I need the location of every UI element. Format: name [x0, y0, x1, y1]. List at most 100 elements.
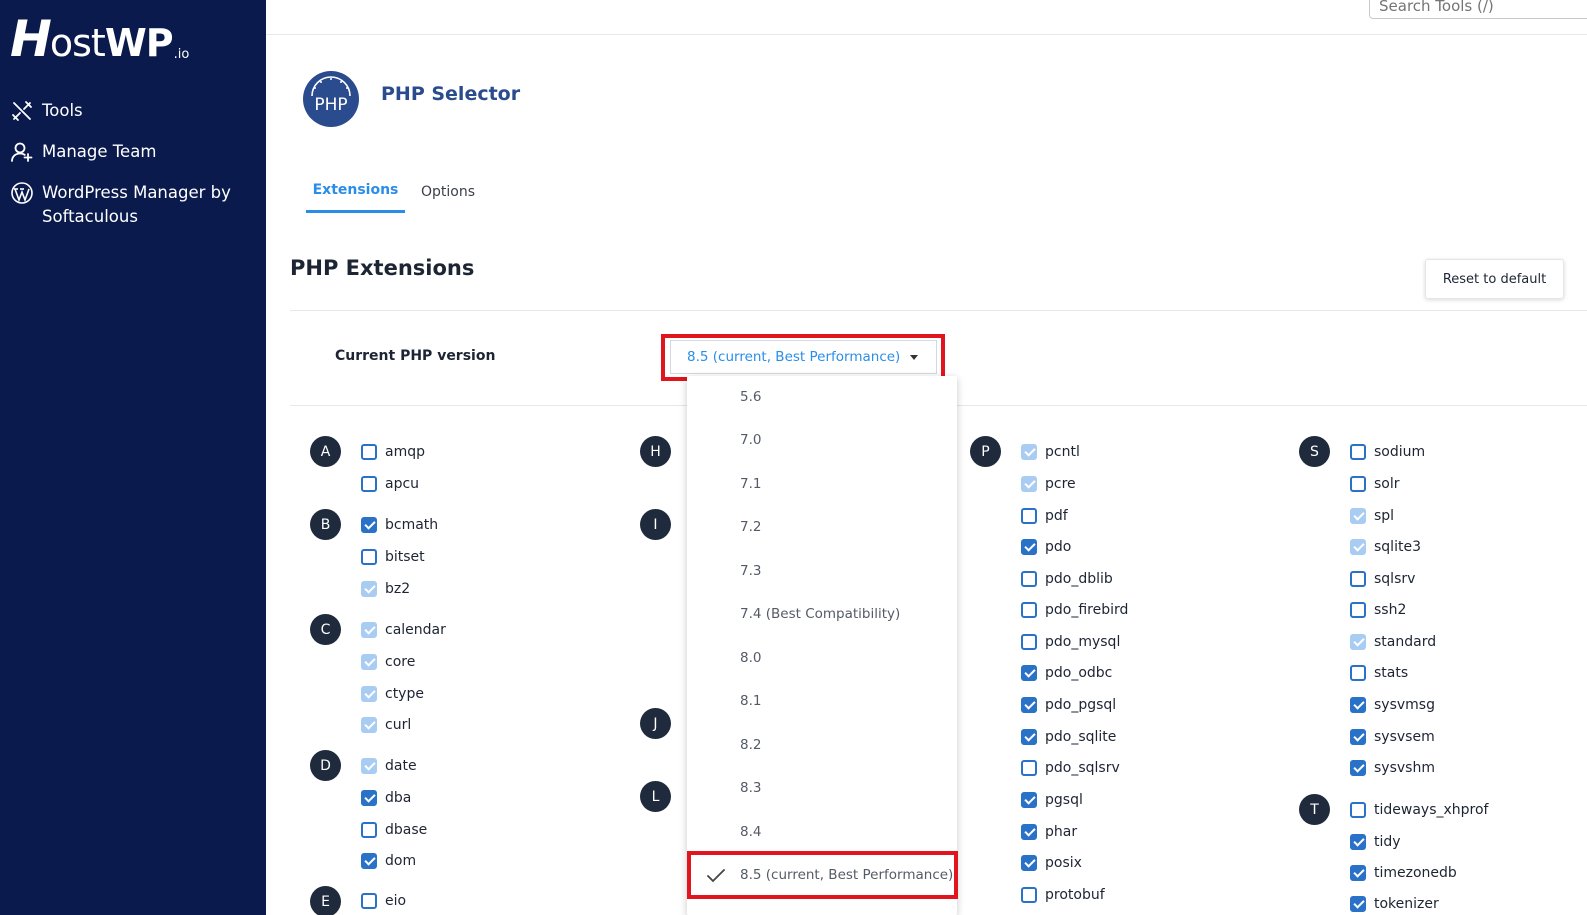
- checkbox[interactable]: [1021, 539, 1037, 555]
- extension-sysvsem[interactable]: sysvsem: [1350, 727, 1435, 747]
- tab-extensions[interactable]: Extensions: [306, 182, 405, 213]
- extension-solr[interactable]: solr: [1350, 474, 1400, 494]
- checkbox[interactable]: [361, 717, 377, 733]
- extension-sysvmsg[interactable]: sysvmsg: [1350, 695, 1435, 715]
- extension-pdo-mysql[interactable]: pdo_mysql: [1021, 632, 1120, 652]
- checkbox[interactable]: [361, 476, 377, 492]
- extension-pdo-firebird[interactable]: pdo_firebird: [1021, 600, 1128, 620]
- checkbox[interactable]: [1350, 508, 1366, 524]
- extension-pdo-pgsql[interactable]: pdo_pgsql: [1021, 695, 1116, 715]
- checkbox[interactable]: [1350, 896, 1366, 912]
- extension-pgsql[interactable]: pgsql: [1021, 790, 1083, 810]
- checkbox[interactable]: [361, 549, 377, 565]
- version-option[interactable]: 7.2: [687, 507, 957, 547]
- version-option[interactable]: 8.2: [687, 725, 957, 765]
- checkbox[interactable]: [361, 622, 377, 638]
- sidebar-item-tools[interactable]: Tools: [0, 96, 266, 126]
- checkbox[interactable]: [1350, 697, 1366, 713]
- checkbox[interactable]: [1021, 571, 1037, 587]
- sidebar-item-wordpress-manager[interactable]: WordPress Manager by Softaculous: [0, 178, 266, 232]
- extension-ctype[interactable]: ctype: [361, 684, 424, 704]
- extension-spl[interactable]: spl: [1350, 506, 1394, 526]
- checkbox[interactable]: [1021, 855, 1037, 871]
- version-option[interactable]: 8.3: [687, 768, 957, 808]
- version-option[interactable]: 7.4 (Best Compatibility): [687, 594, 957, 634]
- extension-pdo-odbc[interactable]: pdo_odbc: [1021, 663, 1112, 683]
- checkbox[interactable]: [1021, 444, 1037, 460]
- extension-dom[interactable]: dom: [361, 851, 416, 871]
- checkbox[interactable]: [1350, 834, 1366, 850]
- checkbox[interactable]: [361, 853, 377, 869]
- version-option[interactable]: 8.0: [687, 638, 957, 678]
- extension-timezonedb[interactable]: timezonedb: [1350, 863, 1457, 883]
- extension-standard[interactable]: standard: [1350, 632, 1436, 652]
- checkbox[interactable]: [1350, 444, 1366, 460]
- extension-bcmath[interactable]: bcmath: [361, 515, 438, 535]
- checkbox[interactable]: [1021, 508, 1037, 524]
- extension-apcu[interactable]: apcu: [361, 474, 419, 494]
- extension-sqlsrv[interactable]: sqlsrv: [1350, 569, 1415, 589]
- checkbox[interactable]: [361, 444, 377, 460]
- extension-ssh2[interactable]: ssh2: [1350, 600, 1406, 620]
- hostwp-logo[interactable]: H ost WP .io: [10, 10, 189, 64]
- extension-pdo-sqlsrv[interactable]: pdo_sqlsrv: [1021, 758, 1120, 778]
- checkbox[interactable]: [361, 581, 377, 597]
- version-option[interactable]: 5.6: [687, 377, 957, 417]
- checkbox[interactable]: [1350, 602, 1366, 618]
- checkbox[interactable]: [1350, 865, 1366, 881]
- checkbox[interactable]: [1350, 539, 1366, 555]
- version-option[interactable]: 8.1: [687, 681, 957, 721]
- extension-bitset[interactable]: bitset: [361, 547, 425, 567]
- checkbox[interactable]: [361, 517, 377, 533]
- checkbox[interactable]: [1350, 476, 1366, 492]
- extension-pcre[interactable]: pcre: [1021, 474, 1076, 494]
- checkbox[interactable]: [1021, 476, 1037, 492]
- checkbox[interactable]: [1021, 665, 1037, 681]
- extension-phar[interactable]: phar: [1021, 822, 1077, 842]
- checkbox[interactable]: [361, 758, 377, 774]
- extension-protobuf[interactable]: protobuf: [1021, 885, 1105, 905]
- checkbox[interactable]: [1021, 634, 1037, 650]
- extension-tidy[interactable]: tidy: [1350, 832, 1401, 852]
- extension-sodium[interactable]: sodium: [1350, 442, 1425, 462]
- extension-pdo[interactable]: pdo: [1021, 537, 1071, 557]
- php-version-select[interactable]: 8.5 (current, Best Performance): [670, 340, 937, 374]
- version-option[interactable]: 7.1: [687, 464, 957, 504]
- extension-posix[interactable]: posix: [1021, 853, 1082, 873]
- checkbox[interactable]: [1350, 571, 1366, 587]
- extension-tokenizer[interactable]: tokenizer: [1350, 894, 1439, 914]
- extension-pcntl[interactable]: pcntl: [1021, 442, 1080, 462]
- checkbox[interactable]: [361, 893, 377, 909]
- extension-sqlite3[interactable]: sqlite3: [1350, 537, 1421, 557]
- extension-pdo-sqlite[interactable]: pdo_sqlite: [1021, 727, 1116, 747]
- version-option[interactable]: 7.0: [687, 420, 957, 460]
- checkbox[interactable]: [1350, 802, 1366, 818]
- checkbox[interactable]: [1350, 665, 1366, 681]
- checkbox[interactable]: [1021, 602, 1037, 618]
- extension-curl[interactable]: curl: [361, 715, 411, 735]
- extension-bz2[interactable]: bz2: [361, 579, 410, 599]
- checkbox[interactable]: [1350, 729, 1366, 745]
- checkbox[interactable]: [1350, 634, 1366, 650]
- extension-stats[interactable]: stats: [1350, 663, 1408, 683]
- tab-options[interactable]: Options: [421, 184, 475, 200]
- extension-date[interactable]: date: [361, 756, 417, 776]
- extension-eio[interactable]: eio: [361, 891, 406, 911]
- checkbox[interactable]: [1021, 697, 1037, 713]
- version-option[interactable]: 8.4: [687, 812, 957, 852]
- checkbox[interactable]: [1021, 887, 1037, 903]
- checkbox[interactable]: [1021, 729, 1037, 745]
- extension-sysvshm[interactable]: sysvshm: [1350, 758, 1435, 778]
- checkbox[interactable]: [1021, 792, 1037, 808]
- extension-tideways-xhprof[interactable]: tideways_xhprof: [1350, 800, 1488, 820]
- extension-core[interactable]: core: [361, 652, 415, 672]
- checkbox[interactable]: [361, 822, 377, 838]
- extension-pdo-dblib[interactable]: pdo_dblib: [1021, 569, 1113, 589]
- extension-amqp[interactable]: amqp: [361, 442, 425, 462]
- search-input[interactable]: [1369, 0, 1587, 19]
- checkbox[interactable]: [361, 790, 377, 806]
- extension-pdf[interactable]: pdf: [1021, 506, 1068, 526]
- checkbox[interactable]: [1021, 760, 1037, 776]
- extension-dbase[interactable]: dbase: [361, 820, 427, 840]
- checkbox[interactable]: [361, 686, 377, 702]
